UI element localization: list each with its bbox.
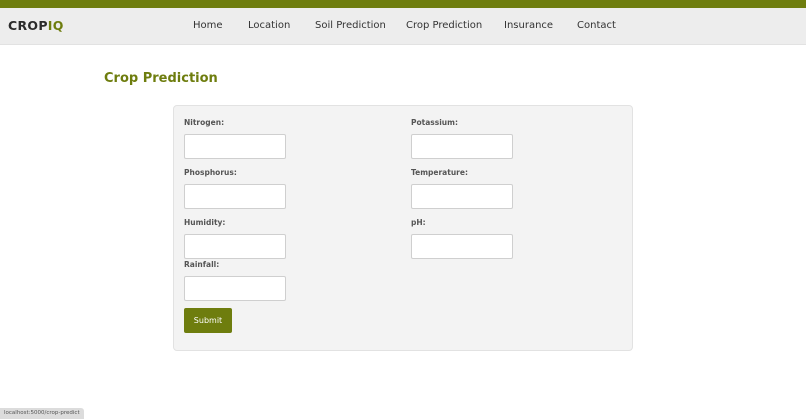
nav-link-soil-prediction[interactable]: Soil Prediction — [315, 20, 386, 31]
navbar: CROPIQ Home Location Soil Prediction Cro… — [0, 8, 806, 45]
submit-button[interactable]: Submit — [184, 308, 232, 333]
nitrogen-label: Nitrogen: — [184, 118, 225, 127]
nav-link-crop-prediction[interactable]: Crop Prediction — [406, 20, 482, 31]
brand-logo[interactable]: CROPIQ — [8, 18, 64, 33]
brand-logo-text: CROP — [8, 18, 48, 33]
humidity-label: Humidity: — [184, 218, 226, 227]
nav-link-home[interactable]: Home — [193, 20, 223, 31]
top-accent-stripe — [0, 0, 806, 8]
phosphorus-label: Phosphorus: — [184, 168, 237, 177]
status-bar-url: localhost:5000/crop-predict — [0, 408, 84, 419]
ph-label: pH: — [411, 218, 426, 227]
potassium-input[interactable] — [411, 134, 513, 159]
nav-link-contact[interactable]: Contact — [577, 20, 616, 31]
nav-link-location[interactable]: Location — [248, 20, 290, 31]
rainfall-input[interactable] — [184, 276, 286, 301]
nav-link-insurance[interactable]: Insurance — [504, 20, 553, 31]
temperature-input[interactable] — [411, 184, 513, 209]
temperature-label: Temperature: — [411, 168, 468, 177]
ph-input[interactable] — [411, 234, 513, 259]
humidity-input[interactable] — [184, 234, 286, 259]
nitrogen-input[interactable] — [184, 134, 286, 159]
page-title: Crop Prediction — [104, 71, 218, 86]
rainfall-label: Rainfall: — [184, 260, 220, 269]
potassium-label: Potassium: — [411, 118, 458, 127]
phosphorus-input[interactable] — [184, 184, 286, 209]
brand-logo-accent-text: IQ — [47, 18, 64, 33]
